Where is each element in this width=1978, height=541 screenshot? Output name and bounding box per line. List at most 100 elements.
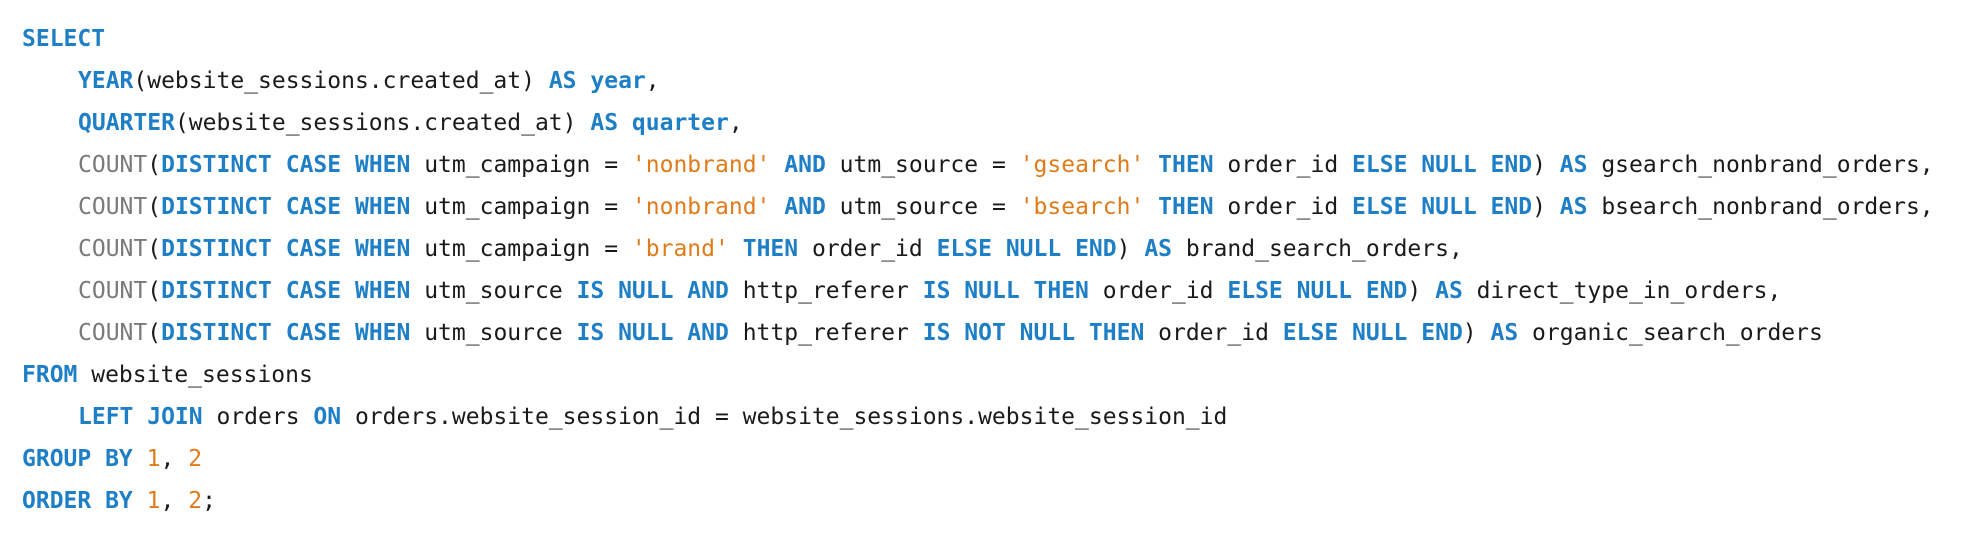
sql-text: order_id xyxy=(1213,194,1353,220)
sql-text: utm_source = xyxy=(825,152,1020,178)
sql-text: , xyxy=(728,110,743,136)
sql-number: 2 xyxy=(188,488,203,514)
sql-keyword: DISTINCT CASE WHEN xyxy=(161,320,411,346)
sql-text: ; xyxy=(202,488,216,514)
sql-keyword: ELSE NULL END xyxy=(936,236,1117,262)
sql-keyword: AS xyxy=(1559,152,1588,178)
sql-string: 'gsearch' xyxy=(1019,152,1145,178)
sql-number: 2 xyxy=(188,446,203,472)
sql-text: (website_sessions.created_at) xyxy=(133,68,549,94)
sql-text: direct_type_in_orders, xyxy=(1462,278,1782,304)
sql-keyword: AND xyxy=(784,194,826,220)
sql-text: utm_campaign = xyxy=(410,236,632,262)
sql-text: , xyxy=(160,488,189,514)
sql-keyword: AS xyxy=(1144,236,1173,262)
sql-function: COUNT xyxy=(78,236,148,262)
code-line: ORDER BY 1, 2; xyxy=(22,480,1962,522)
sql-text: ) xyxy=(1462,320,1491,346)
sql-keyword: FROM xyxy=(22,362,78,388)
sql-text: utm_campaign = xyxy=(410,152,632,178)
code-line: COUNT(DISTINCT CASE WHEN utm_campaign = … xyxy=(22,228,1962,270)
code-line: LEFT JOIN orders ON orders.website_sessi… xyxy=(22,396,1962,438)
sql-text: brand_search_orders, xyxy=(1172,236,1463,262)
code-line: QUARTER(website_sessions.created_at) AS … xyxy=(22,102,1962,144)
sql-text: orders xyxy=(202,404,314,430)
sql-text: , xyxy=(160,446,189,472)
sql-text: ( xyxy=(147,278,162,304)
sql-text: utm_source xyxy=(410,278,577,304)
sql-text: utm_campaign = xyxy=(410,194,632,220)
sql-function: COUNT xyxy=(78,152,148,178)
sql-keyword: AND xyxy=(784,152,826,178)
code-line: YEAR(website_sessions.created_at) AS yea… xyxy=(22,60,1962,102)
sql-keyword: YEAR xyxy=(78,68,134,94)
sql-text: ) xyxy=(1532,194,1560,220)
sql-keyword: IS NOT NULL THEN xyxy=(922,320,1145,346)
sql-keyword: THEN xyxy=(742,236,799,262)
sql-keyword: ON xyxy=(313,404,342,430)
sql-text: (website_sessions.created_at) xyxy=(174,110,591,136)
sql-string: 'brand' xyxy=(631,236,729,262)
sql-text: utm_source xyxy=(410,320,577,346)
sql-keyword: GROUP BY xyxy=(22,446,133,472)
sql-keyword: ELSE NULL END xyxy=(1352,194,1533,220)
sql-keyword: QUARTER xyxy=(78,110,175,136)
sql-keyword: THEN xyxy=(1158,194,1214,220)
sql-text: ) xyxy=(1407,278,1436,304)
code-line: GROUP BY 1, 2 xyxy=(22,438,1962,480)
sql-number: 1 xyxy=(146,446,161,472)
sql-text: orders.website_session_id = website_sess… xyxy=(341,404,1228,430)
sql-keyword: ELSE NULL END xyxy=(1282,320,1463,346)
code-line: COUNT(DISTINCT CASE WHEN utm_campaign = … xyxy=(22,186,1962,228)
sql-text: http_referer xyxy=(728,278,923,304)
sql-text: organic_search_orders xyxy=(1518,320,1823,346)
sql-text: ( xyxy=(147,194,162,220)
code-line: COUNT(DISTINCT CASE WHEN utm_campaign = … xyxy=(22,144,1962,186)
sql-keyword: LEFT JOIN xyxy=(78,404,203,430)
sql-function: COUNT xyxy=(78,320,148,346)
sql-keyword: AS xyxy=(590,110,619,136)
sql-keyword: quarter xyxy=(631,110,729,136)
sql-text: bsearch_nonbrand_orders, xyxy=(1587,194,1934,220)
sql-keyword: AS xyxy=(1559,194,1588,220)
sql-function: COUNT xyxy=(78,194,148,220)
sql-keyword: AS xyxy=(1490,320,1519,346)
sql-keyword: ELSE NULL END xyxy=(1352,152,1533,178)
sql-keyword: ELSE NULL END xyxy=(1227,278,1408,304)
code-line: FROM website_sessions xyxy=(22,354,1962,396)
sql-text: gsearch_nonbrand_orders, xyxy=(1587,152,1934,178)
sql-text: ) xyxy=(1532,152,1560,178)
sql-string: 'bsearch' xyxy=(1019,194,1145,220)
sql-text: website_sessions xyxy=(77,362,313,388)
sql-string: 'nonbrand' xyxy=(631,194,771,220)
code-line: SELECT xyxy=(22,18,1962,60)
sql-text: http_referer xyxy=(728,320,923,346)
code-line: COUNT(DISTINCT CASE WHEN utm_source IS N… xyxy=(22,270,1962,312)
sql-text: order_id xyxy=(798,236,937,262)
sql-text: ) xyxy=(1116,236,1145,262)
sql-keyword: DISTINCT CASE WHEN xyxy=(161,278,411,304)
code-lines: SELECT YEAR(website_sessions.created_at) … xyxy=(22,18,1962,522)
sql-code-editor[interactable]: SELECT YEAR(website_sessions.created_at) … xyxy=(22,18,1962,522)
code-line: COUNT(DISTINCT CASE WHEN utm_source IS N… xyxy=(22,312,1962,354)
sql-text: order_id xyxy=(1213,152,1353,178)
sql-text: , xyxy=(645,68,660,94)
sql-function: COUNT xyxy=(78,278,148,304)
sql-keyword: SELECT xyxy=(22,26,106,52)
sql-keyword: year xyxy=(590,68,646,94)
sql-keyword: DISTINCT CASE WHEN xyxy=(161,236,411,262)
sql-text: utm_source = xyxy=(825,194,1020,220)
sql-text: ( xyxy=(147,236,162,262)
sql-text: ( xyxy=(147,320,162,346)
sql-keyword: AS xyxy=(1435,278,1463,304)
sql-keyword: THEN xyxy=(1158,152,1214,178)
sql-text: order_id xyxy=(1144,320,1283,346)
sql-keyword: IS NULL AND xyxy=(576,320,729,346)
